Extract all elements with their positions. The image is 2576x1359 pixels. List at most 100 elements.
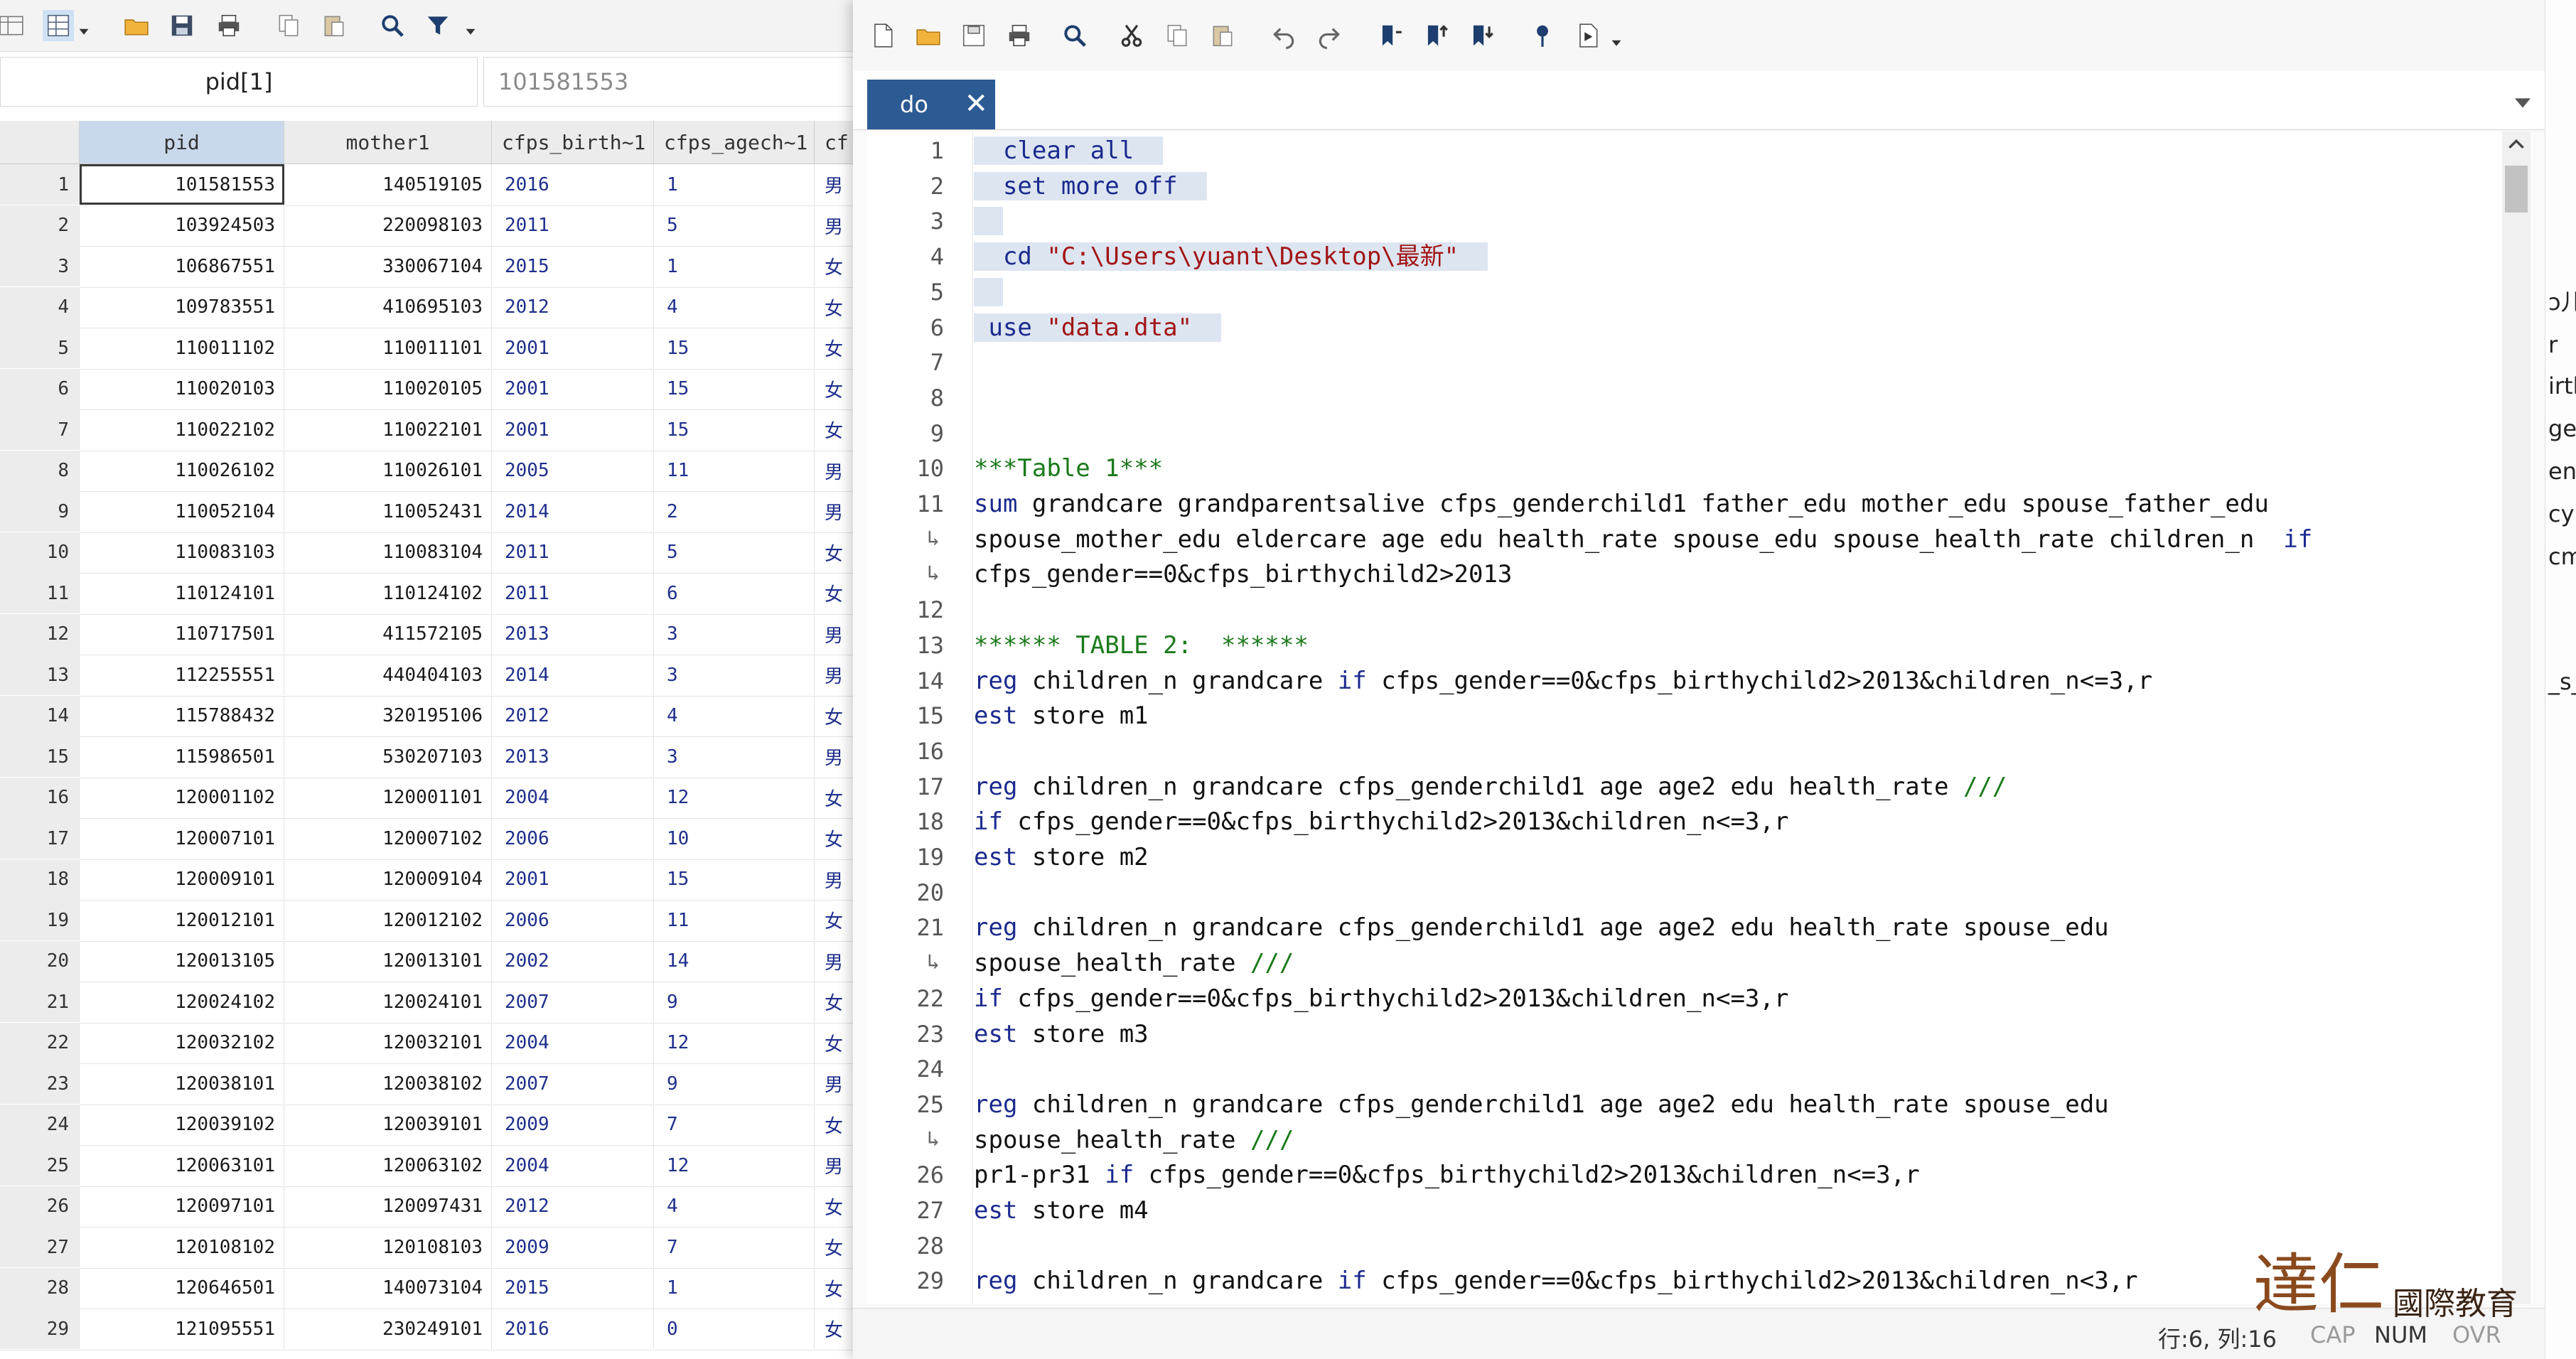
cell-pid[interactable]: 120108102 bbox=[80, 1227, 284, 1267]
cell-cfps-birth[interactable]: 2009 bbox=[492, 1104, 654, 1145]
open-folder-icon[interactable] bbox=[913, 20, 944, 51]
cell-cfps-agech[interactable]: 1 bbox=[654, 164, 815, 205]
cell-cfps-birth[interactable]: 2001 bbox=[492, 328, 654, 368]
grid-view-icon[interactable] bbox=[43, 10, 74, 41]
cell-cfps-birth[interactable]: 2006 bbox=[492, 818, 654, 859]
cell-mother1[interactable]: 410695103 bbox=[284, 286, 492, 328]
cell-cfps-agech[interactable]: 5 bbox=[654, 532, 815, 573]
cell-cfps-agech[interactable]: 7 bbox=[654, 1104, 815, 1145]
cell-mother1[interactable]: 140073104 bbox=[284, 1267, 492, 1309]
cell-cfps-agech[interactable]: 7 bbox=[654, 1227, 815, 1267]
vertical-scrollbar[interactable] bbox=[2502, 131, 2531, 1304]
cell-mother1[interactable]: 220098103 bbox=[284, 205, 492, 246]
cell-cfps-birth[interactable]: 2004 bbox=[492, 1145, 654, 1186]
print-icon[interactable] bbox=[213, 10, 245, 41]
cell-mother1[interactable]: 120009104 bbox=[284, 859, 492, 900]
cell-cfps-agech[interactable]: 1 bbox=[654, 246, 815, 286]
cell-mother1[interactable]: 230249101 bbox=[284, 1309, 492, 1349]
cell-cfps-agech[interactable]: 0 bbox=[654, 1309, 815, 1349]
filter-icon[interactable] bbox=[422, 10, 454, 41]
column-header-cfps-agech[interactable]: cfps_agech~1 bbox=[654, 121, 815, 163]
cell-pid[interactable]: 120013105 bbox=[80, 940, 284, 982]
cell-mother1[interactable]: 120024101 bbox=[284, 982, 492, 1022]
next-bookmark-icon[interactable] bbox=[1466, 20, 1497, 51]
cell-mother1[interactable]: 120001101 bbox=[284, 777, 492, 818]
cell-pid[interactable]: 120039102 bbox=[80, 1104, 284, 1145]
cell-cfps-birth[interactable]: 2011 bbox=[492, 205, 654, 246]
cell-cfps-agech[interactable]: 3 bbox=[654, 613, 815, 655]
cell-cfps-birth[interactable]: 2011 bbox=[492, 573, 654, 613]
chevron-down-icon[interactable] bbox=[2515, 98, 2531, 108]
cell-cfps-birth[interactable]: 2013 bbox=[492, 613, 654, 655]
cell-mother1[interactable]: 120063102 bbox=[284, 1145, 492, 1186]
cell-pid[interactable]: 110083103 bbox=[80, 532, 284, 573]
cell-cfps-birth[interactable]: 2007 bbox=[492, 982, 654, 1022]
cell-mother1[interactable]: 140519105 bbox=[284, 164, 492, 205]
cell-mother1[interactable]: 120097431 bbox=[284, 1186, 492, 1227]
cell-cfps-agech[interactable]: 14 bbox=[654, 940, 815, 982]
cell-cfps-birth[interactable]: 2014 bbox=[492, 491, 654, 532]
cell-pid[interactable]: 120646501 bbox=[80, 1267, 284, 1309]
cell-cfps-agech[interactable]: 12 bbox=[654, 1022, 815, 1063]
cell-pid[interactable]: 120032102 bbox=[80, 1022, 284, 1063]
new-file-icon[interactable] bbox=[867, 20, 898, 51]
cell-pid[interactable]: 112255551 bbox=[80, 655, 284, 695]
cell-cfps-agech[interactable]: 11 bbox=[654, 900, 815, 940]
cell-pid[interactable]: 120009101 bbox=[80, 859, 284, 900]
cell-mother1[interactable]: 120012102 bbox=[284, 900, 492, 940]
cell-cfps-agech[interactable]: 9 bbox=[654, 1063, 815, 1104]
copy-icon[interactable] bbox=[1161, 20, 1193, 51]
column-header-pid[interactable]: pid bbox=[80, 121, 284, 163]
cell-value-input[interactable]: 101581553 bbox=[483, 57, 860, 107]
cell-cfps-birth[interactable]: 2001 bbox=[492, 859, 654, 900]
paste-icon[interactable] bbox=[318, 10, 350, 41]
open-folder-icon[interactable] bbox=[121, 10, 152, 41]
cell-pid[interactable]: 110052104 bbox=[80, 491, 284, 532]
cell-cfps-birth[interactable]: 2007 bbox=[492, 1063, 654, 1104]
cell-mother1[interactable]: 110011101 bbox=[284, 328, 492, 368]
show-file-in-viewer-icon[interactable] bbox=[1527, 20, 1558, 51]
cell-cfps-birth[interactable]: 2015 bbox=[492, 1267, 654, 1309]
cell-pid[interactable]: 110717501 bbox=[80, 613, 284, 655]
cell-cfps-agech[interactable]: 9 bbox=[654, 982, 815, 1022]
cell-cfps-agech[interactable]: 4 bbox=[654, 1186, 815, 1227]
cell-pid[interactable]: 115788432 bbox=[80, 695, 284, 736]
cell-cfps-agech[interactable]: 15 bbox=[654, 859, 815, 900]
cell-cfps-birth[interactable]: 2012 bbox=[492, 1186, 654, 1227]
cell-mother1[interactable]: 330067104 bbox=[284, 246, 492, 286]
cell-pid[interactable]: 110124101 bbox=[80, 573, 284, 613]
cell-pid[interactable]: 120097101 bbox=[80, 1186, 284, 1227]
cell-cfps-birth[interactable]: 2001 bbox=[492, 368, 654, 409]
search-icon[interactable] bbox=[377, 10, 408, 41]
cell-cfps-birth[interactable]: 2016 bbox=[492, 164, 654, 205]
cell-pid[interactable]: 110026102 bbox=[80, 450, 284, 491]
cell-pid[interactable]: 120007101 bbox=[80, 818, 284, 859]
cell-cfps-birth[interactable]: 2001 bbox=[492, 409, 654, 450]
cell-mother1[interactable]: 120032101 bbox=[284, 1022, 492, 1063]
cell-pid[interactable]: 120038101 bbox=[80, 1063, 284, 1104]
cell-cfps-agech[interactable]: 3 bbox=[654, 655, 815, 695]
cell-cfps-agech[interactable]: 11 bbox=[654, 450, 815, 491]
cell-cfps-agech[interactable]: 6 bbox=[654, 573, 815, 613]
cell-mother1[interactable]: 530207103 bbox=[284, 736, 492, 777]
cell-cfps-birth[interactable]: 2016 bbox=[492, 1309, 654, 1349]
cell-cfps-birth[interactable]: 2015 bbox=[492, 246, 654, 286]
cell-mother1[interactable]: 110083104 bbox=[284, 532, 492, 573]
previous-bookmark-icon[interactable] bbox=[1420, 20, 1451, 51]
cell-cfps-agech[interactable]: 12 bbox=[654, 777, 815, 818]
cut-icon[interactable] bbox=[1116, 20, 1147, 51]
cell-pid[interactable]: 120024102 bbox=[80, 982, 284, 1022]
cell-pid[interactable]: 106867551 bbox=[80, 246, 284, 286]
cell-mother1[interactable]: 120007102 bbox=[284, 818, 492, 859]
cell-cfps-agech[interactable]: 15 bbox=[654, 368, 815, 409]
undo-icon[interactable] bbox=[1268, 20, 1299, 51]
cell-pid[interactable]: 103924503 bbox=[80, 205, 284, 246]
cell-mother1[interactable]: 110020105 bbox=[284, 368, 492, 409]
chevron-down-icon[interactable] bbox=[465, 26, 476, 37]
cell-cfps-agech[interactable]: 12 bbox=[654, 1145, 815, 1186]
redo-icon[interactable] bbox=[1314, 20, 1345, 51]
scrollbar-thumb[interactable] bbox=[2505, 166, 2528, 213]
column-header-mother1[interactable]: mother1 bbox=[284, 121, 492, 163]
cell-cfps-agech[interactable]: 4 bbox=[654, 695, 815, 736]
cell-mother1[interactable]: 110124102 bbox=[284, 573, 492, 613]
